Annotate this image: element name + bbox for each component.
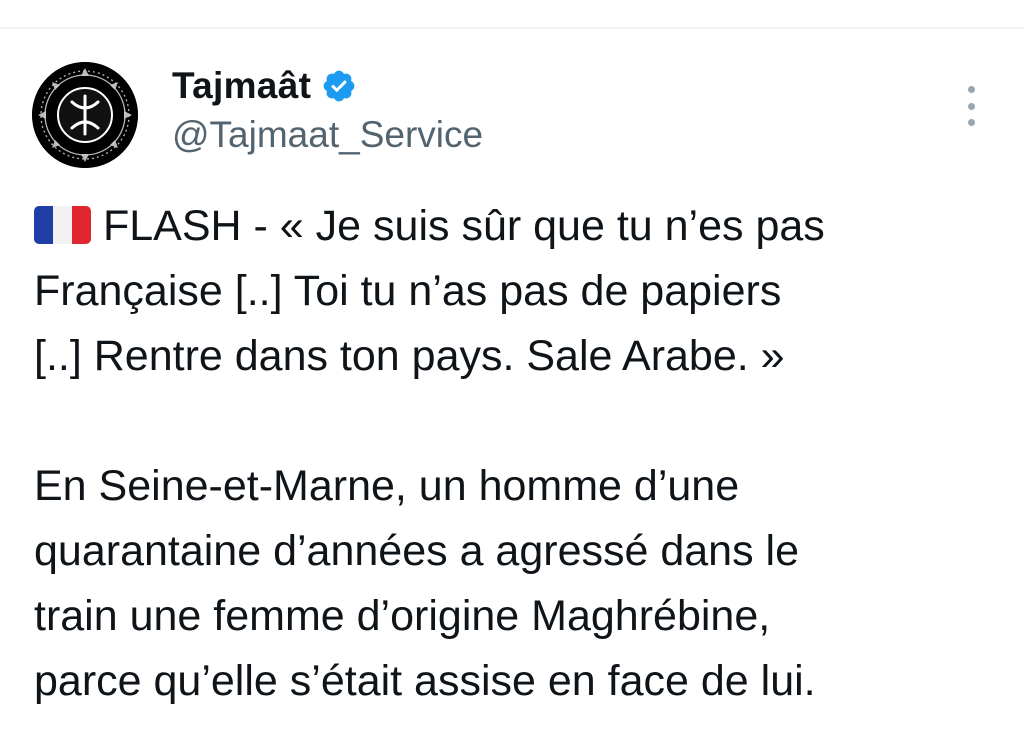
author-name-row[interactable]: Tajmaât bbox=[172, 62, 357, 110]
verified-badge-icon bbox=[321, 68, 357, 104]
yaz-symbol-icon bbox=[32, 62, 138, 168]
tweet-line: FLASH - « Je suis sûr que tu n’es pas bbox=[103, 202, 825, 250]
france-flag-icon bbox=[34, 206, 91, 244]
top-divider bbox=[0, 27, 1024, 29]
tweet-line: En Seine-et-Marne, un homme d’une bbox=[34, 462, 740, 510]
tweet-line: Française [..] Toi tu n’as pas de papier… bbox=[34, 267, 782, 315]
tweet-line: quarantaine d’années a agressé dans le bbox=[34, 527, 800, 575]
avatar[interactable] bbox=[32, 62, 138, 168]
tweet-line: [..] Rentre dans ton pays. Sale Arabe. » bbox=[34, 332, 785, 380]
more-dot bbox=[967, 119, 975, 126]
display-name[interactable]: Tajmaât bbox=[172, 65, 311, 107]
tweet-line: train une femme d’origine Maghrébine, bbox=[34, 592, 771, 640]
tweet-line: parce qu’elle s’était assise en face de … bbox=[34, 657, 816, 705]
author-handle[interactable]: @Tajmaat_Service bbox=[172, 114, 483, 156]
tweet-text: FLASH - « Je suis sûr que tu n’es pas Fr… bbox=[34, 194, 994, 714]
more-dot bbox=[967, 102, 975, 110]
more-options-icon[interactable] bbox=[958, 86, 984, 126]
more-dot bbox=[967, 86, 975, 93]
